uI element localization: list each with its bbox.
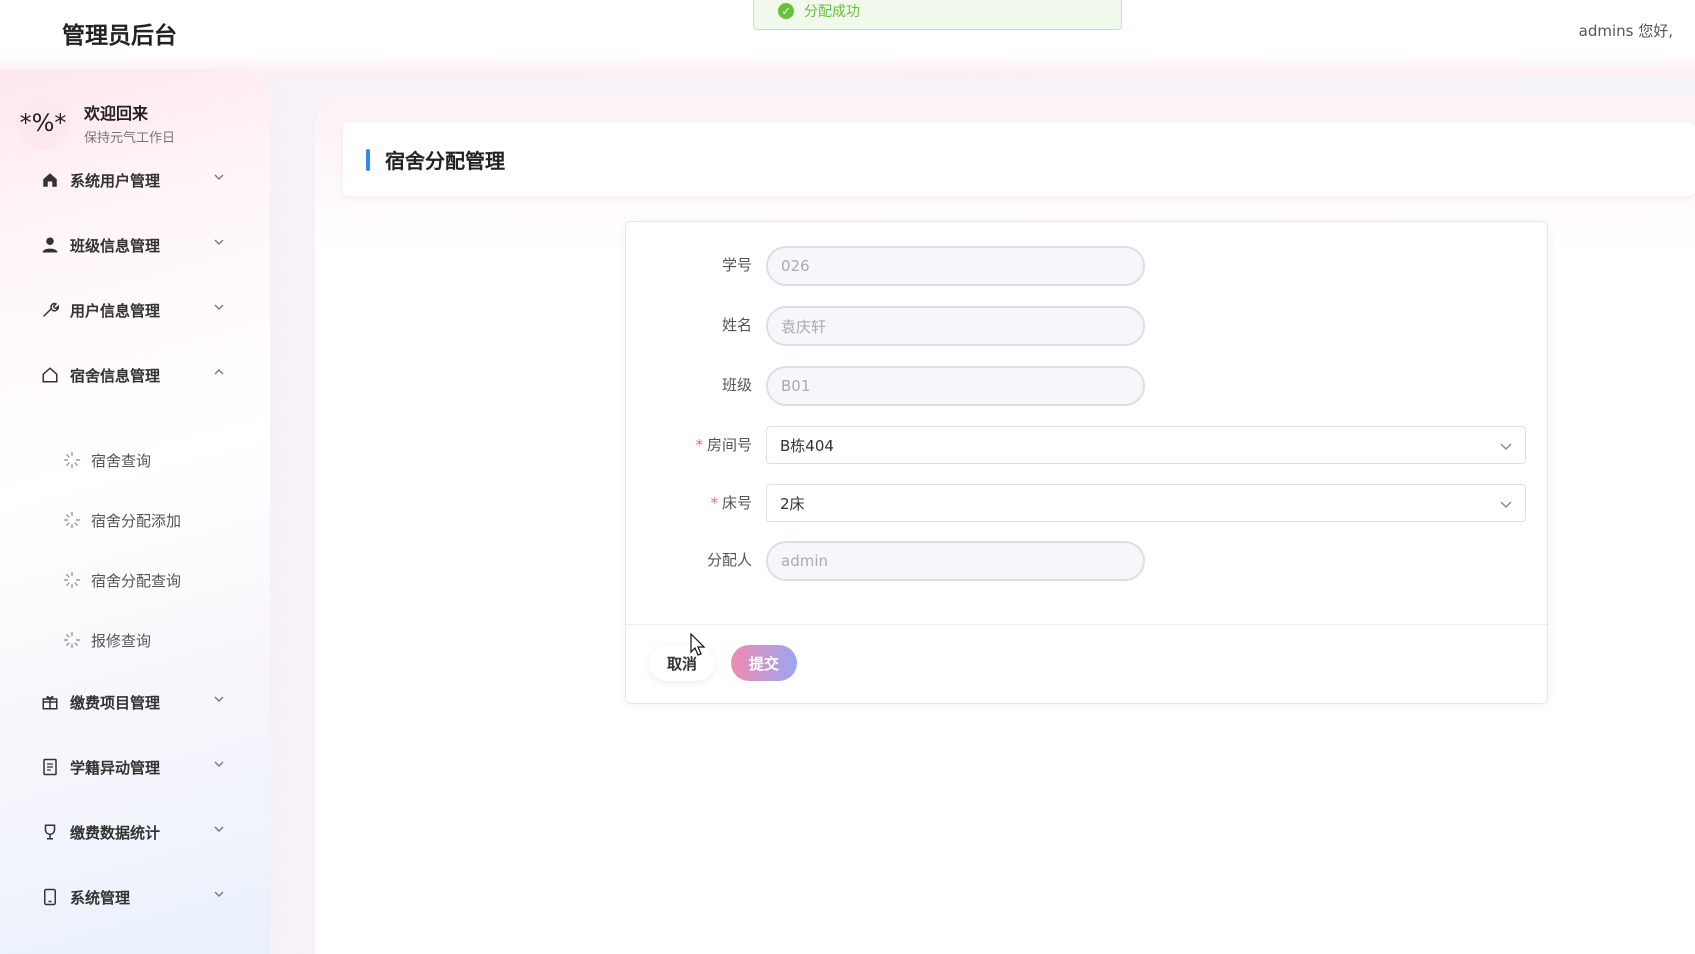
avatar: *%* <box>16 96 70 150</box>
form-row-room: * 房间号 B栋404 <box>626 426 1549 466</box>
student-id-input[interactable] <box>766 246 1145 286</box>
trophy-icon <box>40 822 60 842</box>
student-id-label: 学号 <box>721 256 752 274</box>
sidebar-item-class-info[interactable]: 班级信息管理 <box>0 225 270 265</box>
sidebar-item-system-users[interactable]: 系统用户管理 <box>0 160 270 200</box>
toast-message: 分配成功 <box>804 4 860 20</box>
form-row-class: 班级 <box>626 366 1549 406</box>
title-accent-bar <box>366 149 370 171</box>
form-divider <box>626 624 1547 625</box>
user-card: *%* 欢迎回来 保持元气工作日 <box>16 96 175 150</box>
class-input[interactable] <box>766 366 1145 406</box>
success-toast: ✓ 分配成功 <box>753 0 1122 30</box>
mouse-cursor-icon <box>690 633 706 656</box>
dorm-assign-form: 学号 姓名 班级 *房间号 B栋404 *床号 2床 分配人 取消 提交 <box>625 221 1548 704</box>
room-select[interactable]: B栋404 <box>766 426 1526 464</box>
form-row-name: 姓名 <box>626 306 1549 346</box>
loading-icon <box>63 571 81 589</box>
class-label: 班级 <box>721 376 752 394</box>
sidebar-item-label: 宿舍信息管理 <box>70 366 161 385</box>
chevron-down-icon <box>214 826 224 832</box>
sidebar: *%* 欢迎回来 保持元气工作日 系统用户管理 班级信息管理 用户信息管理 宿舍… <box>0 70 270 954</box>
chevron-down-icon <box>214 761 224 767</box>
sidebar-item-label: 用户信息管理 <box>70 301 161 320</box>
page-header: 宿舍分配管理 <box>343 122 1695 196</box>
name-label: 姓名 <box>721 316 752 334</box>
assigner-label: 分配人 <box>706 551 752 569</box>
loading-icon <box>63 451 81 469</box>
user-icon <box>40 235 60 255</box>
sidebar-item-enrollment-change[interactable]: 学籍异动管理 <box>0 747 270 787</box>
sidebar-subitem-label: 宿舍查询 <box>91 451 152 470</box>
chevron-down-icon <box>214 696 224 702</box>
wrench-icon <box>40 300 60 320</box>
form-row-bed: * 床号 2床 <box>626 484 1549 524</box>
chevron-down-icon <box>214 174 224 180</box>
chevron-down-icon <box>1500 501 1512 508</box>
check-circle-icon: ✓ <box>778 3 794 19</box>
form-row-student-id: 学号 <box>626 246 1549 286</box>
sidebar-item-fee-stats[interactable]: 缴费数据统计 <box>0 812 270 852</box>
chevron-down-icon <box>214 304 224 310</box>
bed-label: * 床号 <box>710 494 752 512</box>
sidebar-item-system-admin[interactable]: 系统管理 <box>0 877 270 917</box>
sidebar-item-dorm-info[interactable]: 宿舍信息管理 <box>0 355 270 395</box>
form-row-assigner: 分配人 <box>626 541 1549 581</box>
sidebar-item-label: 系统管理 <box>70 888 131 907</box>
chevron-down-icon <box>214 891 224 897</box>
sidebar-item-label: 缴费数据统计 <box>70 823 161 842</box>
app-title: 管理员后台 <box>62 23 177 49</box>
chevron-down-icon <box>1500 443 1512 450</box>
document-icon <box>40 757 60 777</box>
bed-select[interactable]: 2床 <box>766 484 1526 522</box>
loading-icon <box>63 511 81 529</box>
gift-icon <box>40 692 60 712</box>
home-icon <box>40 170 60 190</box>
welcome-subtitle: 保持元气工作日 <box>84 131 176 146</box>
room-label: * 房间号 <box>695 436 752 454</box>
tablet-icon <box>40 887 60 907</box>
sidebar-subitem-dorm-query[interactable]: 宿舍查询 <box>0 440 270 480</box>
sidebar-item-label: 学籍异动管理 <box>70 758 161 777</box>
sidebar-subitem-repair-query[interactable]: 报修查询 <box>0 620 270 660</box>
sidebar-subitem-dorm-assign-query[interactable]: 宿舍分配查询 <box>0 560 270 600</box>
sidebar-subitem-label: 宿舍分配添加 <box>91 511 182 530</box>
sidebar-item-label: 系统用户管理 <box>70 171 161 190</box>
sidebar-item-label: 班级信息管理 <box>70 236 161 255</box>
house-icon <box>40 365 60 385</box>
loading-icon <box>63 631 81 649</box>
bed-select-value: 2床 <box>780 494 805 513</box>
welcome-title: 欢迎回来 <box>84 104 149 123</box>
sidebar-item-label: 缴费项目管理 <box>70 693 161 712</box>
chevron-down-icon <box>214 239 224 245</box>
assigner-input[interactable] <box>766 541 1145 581</box>
room-select-value: B栋404 <box>780 436 834 455</box>
sidebar-subitem-label: 报修查询 <box>91 631 152 650</box>
sidebar-subitem-dorm-assign-add[interactable]: 宿舍分配添加 <box>0 500 270 540</box>
chevron-up-icon <box>214 369 224 375</box>
name-input[interactable] <box>766 306 1145 346</box>
sidebar-subitem-label: 宿舍分配查询 <box>91 571 182 590</box>
submit-button[interactable]: 提交 <box>731 645 797 681</box>
sidebar-item-fee-items[interactable]: 缴费项目管理 <box>0 682 270 722</box>
user-greeting[interactable]: admins 您好, <box>1579 20 1673 41</box>
sidebar-item-user-info[interactable]: 用户信息管理 <box>0 290 270 330</box>
page-title: 宿舍分配管理 <box>385 149 505 173</box>
